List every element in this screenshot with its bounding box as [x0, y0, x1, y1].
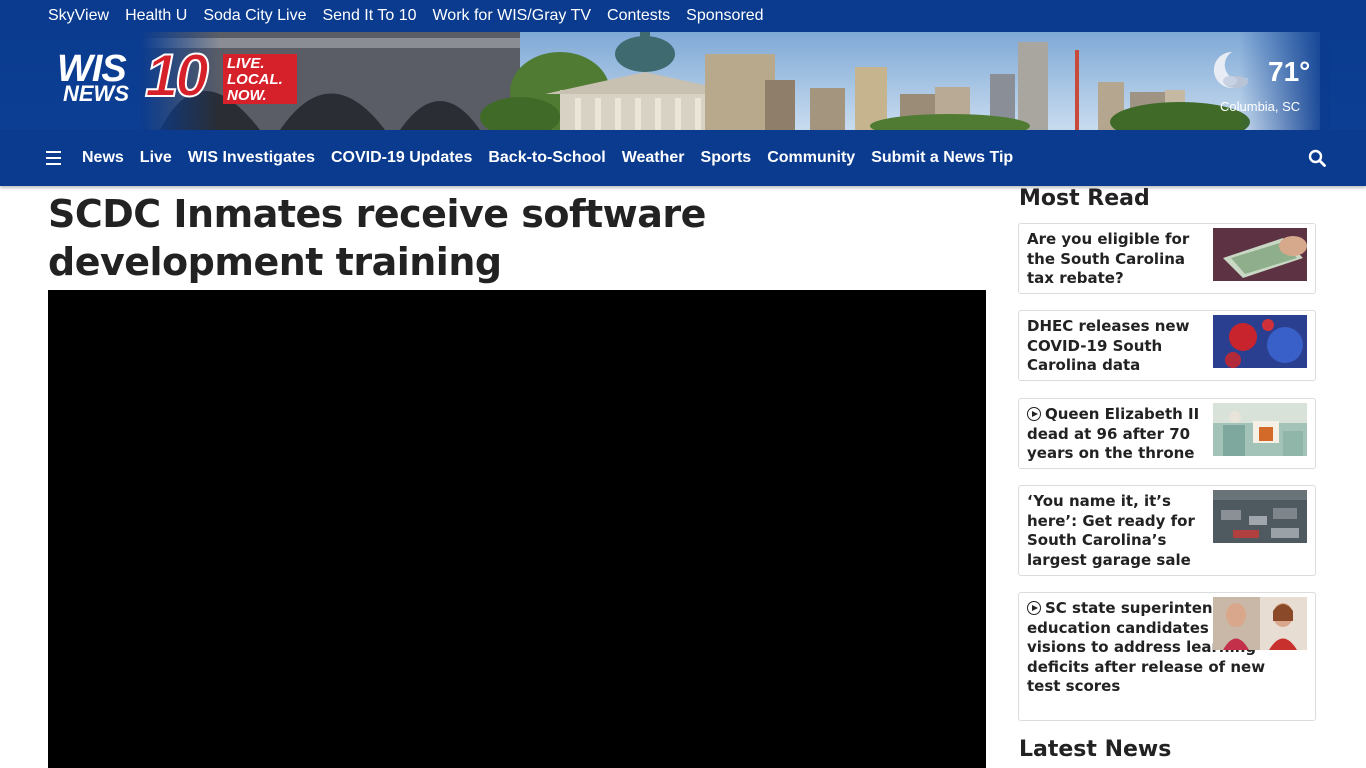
utility-links: SkyView Health U Soda City Live Send It …: [48, 0, 764, 32]
utility-link-health-u[interactable]: Health U: [125, 7, 187, 25]
search-icon[interactable]: [1308, 149, 1326, 167]
nav-news[interactable]: News: [82, 149, 124, 167]
superintendent-candidates-thumbnail: [1213, 597, 1307, 650]
logo-number: 10: [144, 42, 210, 109]
utility-link-sponsored[interactable]: Sponsored: [686, 7, 763, 25]
utility-link-send-it-to-10[interactable]: Send It To 10: [322, 7, 416, 25]
latest-news-heading: Latest News: [1019, 737, 1172, 762]
tagline-local: LOCAL.: [227, 70, 283, 88]
weather-widget[interactable]: 71° Columbia, SC: [1210, 44, 1320, 116]
most-read-item-title: Are you eligible for the South Carolina …: [1027, 230, 1190, 287]
tax-rebate-thumbnail: [1213, 228, 1307, 281]
hamburger-menu-icon[interactable]: [46, 151, 61, 165]
garage-sale-thumbnail: [1213, 490, 1307, 543]
logo-tagline: LIVE. LOCAL. NOW.: [223, 54, 297, 104]
article-headline: SCDC Inmates receive software developmen…: [48, 192, 706, 284]
most-read-item[interactable]: Queen Elizabeth II dead at 96 after 70 y…: [1018, 398, 1316, 469]
most-read-heading: Most Read: [1019, 186, 1150, 211]
video-play-icon: [1027, 407, 1041, 421]
most-read-item-title: ‘You name it, it’s here’: Get ready for …: [1027, 492, 1195, 569]
site-banner: WIS NEWS 10 LIVE. LOCAL. NOW. 71° Columb…: [0, 32, 1366, 130]
most-read-item[interactable]: DHEC releases new COVID-19 South Carolin…: [1018, 310, 1316, 381]
logo-news-text: NEWS: [63, 81, 129, 106]
most-read-item[interactable]: Are you eligible for the South Carolina …: [1018, 223, 1316, 294]
nav-live[interactable]: Live: [140, 149, 172, 167]
video-play-icon: [1027, 601, 1041, 615]
nav-weather[interactable]: Weather: [622, 149, 685, 167]
nav-wis-investigates[interactable]: WIS Investigates: [188, 149, 315, 167]
moon-cloud-icon: [1213, 51, 1248, 88]
video-player[interactable]: [48, 290, 986, 768]
weather-city: Columbia, SC: [1220, 99, 1301, 114]
most-read-item[interactable]: SC state superintendent of education can…: [1018, 592, 1316, 721]
most-read-item-title: DHEC releases new COVID-19 South Carolin…: [1027, 317, 1190, 374]
most-read-item-title: Queen Elizabeth II dead at 96 after 70 y…: [1027, 405, 1200, 462]
nav-back-to-school[interactable]: Back-to-School: [488, 149, 605, 167]
main-navigation: News Live WIS Investigates COVID-19 Upda…: [0, 130, 1366, 186]
covid-virus-thumbnail: [1213, 315, 1307, 368]
utility-link-skyview[interactable]: SkyView: [48, 7, 109, 25]
utility-link-soda-city-live[interactable]: Soda City Live: [203, 7, 306, 25]
nav-covid-19-updates[interactable]: COVID-19 Updates: [331, 149, 472, 167]
nav-items: News Live WIS Investigates COVID-19 Upda…: [82, 130, 1013, 186]
queen-elizabeth-thumbnail: [1213, 403, 1307, 456]
top-utility-bar: SkyView Health U Soda City Live Send It …: [0, 0, 1366, 32]
wis-news-10-logo[interactable]: WIS NEWS 10 LIVE. LOCAL. NOW.: [57, 42, 297, 109]
utility-link-contests[interactable]: Contests: [607, 7, 670, 25]
nav-submit-news-tip[interactable]: Submit a News Tip: [871, 149, 1013, 167]
nav-sports[interactable]: Sports: [701, 149, 752, 167]
nav-community[interactable]: Community: [767, 149, 855, 167]
weather-temperature: 71°: [1268, 56, 1311, 87]
utility-link-work-for-wis[interactable]: Work for WIS/Gray TV: [432, 7, 591, 25]
tagline-now: NOW.: [227, 86, 267, 104]
tagline-live: LIVE.: [227, 55, 265, 72]
most-read-item[interactable]: ‘You name it, it’s here’: Get ready for …: [1018, 485, 1316, 576]
